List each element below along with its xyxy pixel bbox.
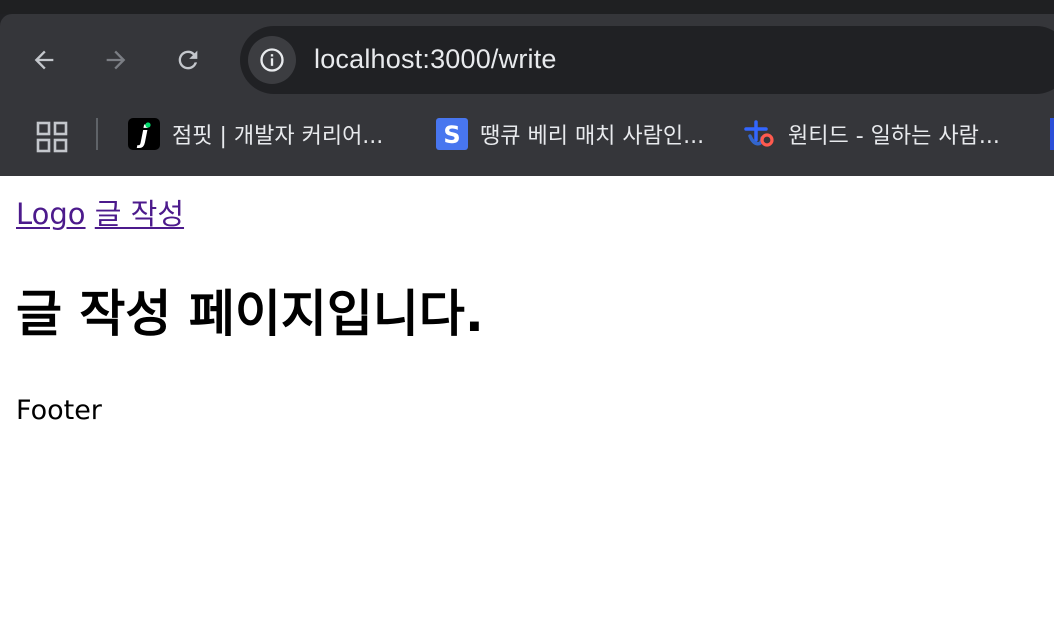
bookmark-label: 원티드 - 일하는 사람... — [788, 124, 1000, 149]
logo-link[interactable]: Logo — [16, 197, 86, 231]
forward-button[interactable] — [94, 38, 138, 82]
bookmark-overflow-favicon[interactable] — [1050, 118, 1054, 150]
svg-text:S: S — [443, 121, 460, 149]
arrow-right-icon — [106, 50, 126, 70]
page-content: Logo 글 작성 글 작성 페이지입니다. Footer — [0, 176, 1054, 620]
reload-icon — [178, 50, 198, 70]
wanted-logo-icon — [744, 118, 776, 150]
bookmarks-bar: j 점핏 | 개발자 커리어... S 땡큐 베리 매치 사람인... 원티드 … — [0, 106, 1054, 176]
browser-toolbar: localhost:3000/write — [0, 14, 1054, 106]
bookmarks-divider — [96, 118, 98, 150]
footer: Footer — [16, 395, 102, 426]
page-title: 글 작성 페이지입니다. — [16, 285, 484, 343]
tab-strip — [0, 0, 1054, 14]
site-nav: Logo 글 작성 — [16, 191, 184, 233]
arrow-left-icon — [34, 50, 54, 70]
browser-chrome: localhost:3000/write j 점핏 | 개발자 커리어... S… — [0, 0, 1054, 176]
site-info-button[interactable] — [248, 36, 296, 84]
saramin-s-icon: S — [436, 118, 468, 150]
bookmark-jumpit[interactable]: j 점핏 | 개발자 커리어... — [128, 116, 383, 152]
apps-grid-icon[interactable] — [36, 121, 68, 153]
bookmark-label: 점핏 | 개발자 커리어... — [172, 124, 384, 149]
bookmark-saramin[interactable]: S 땡큐 베리 매치 사람인... — [436, 116, 704, 152]
address-bar[interactable]: localhost:3000/write — [240, 26, 1054, 94]
write-link[interactable]: 글 작성 — [95, 197, 184, 231]
reload-button[interactable] — [166, 38, 210, 82]
info-icon — [260, 48, 284, 72]
back-button[interactable] — [22, 38, 66, 82]
jumpit-j-icon: j — [128, 118, 160, 150]
bookmark-wanted[interactable]: 원티드 - 일하는 사람... — [744, 116, 1000, 152]
bookmark-label: 땡큐 베리 매치 사람인... — [480, 124, 705, 149]
url-text[interactable]: localhost:3000/write — [314, 44, 557, 75]
